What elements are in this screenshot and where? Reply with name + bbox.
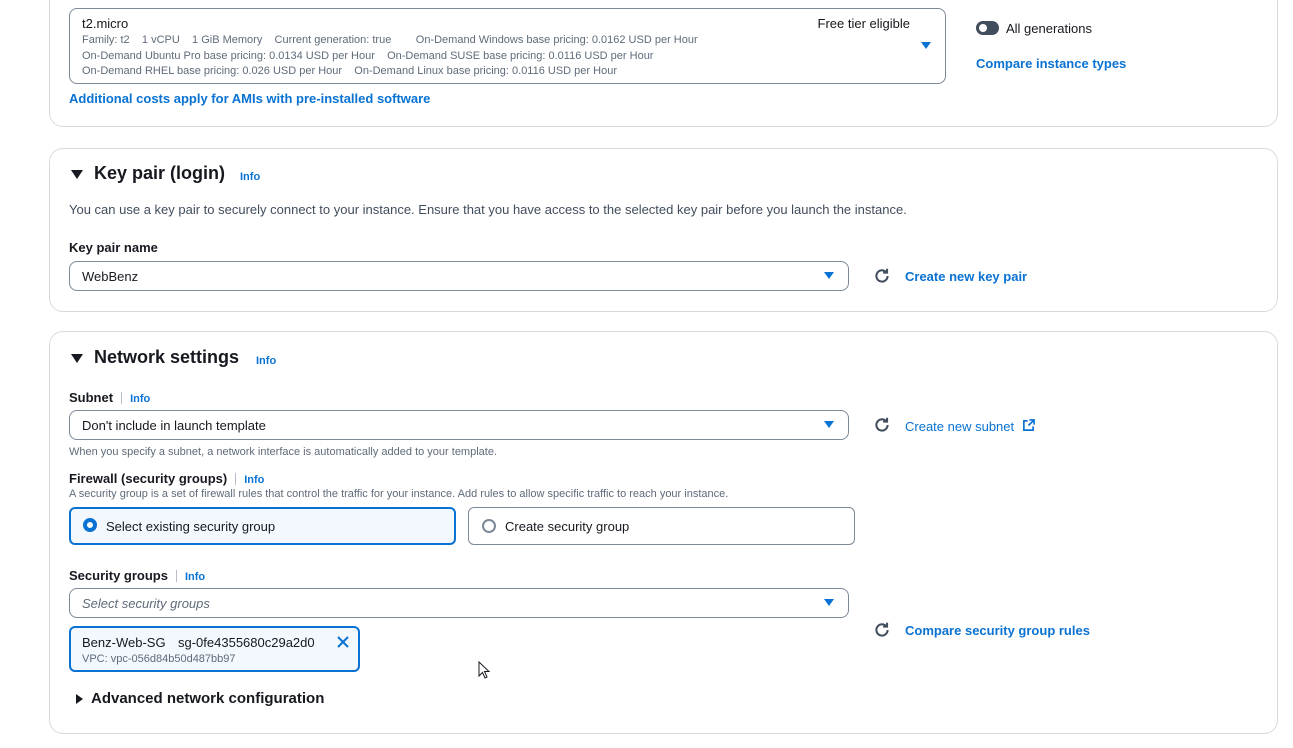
instance-type-details-line1: Family: t2 1 vCPU 1 GiB Memory Current g…	[82, 34, 698, 46]
caret-down-icon	[824, 599, 834, 606]
instance-type-name: t2.micro	[82, 16, 129, 31]
key-pair-selected-value: WebBenz	[82, 269, 139, 284]
security-group-token: Benz-Web-SG sg-0fe4355680c29a2d0 VPC: vp…	[69, 626, 360, 672]
network-info-link[interactable]: Info	[256, 355, 276, 367]
compare-instance-types-link[interactable]: Compare instance types	[976, 56, 1126, 71]
token-sg-vpc: VPC: vpc-056d84b50d487bb97	[82, 653, 236, 665]
token-sg-name: Benz-Web-SG	[82, 635, 166, 650]
instance-type-select[interactable]: t2.micro Free tier eligible Family: t2 1…	[69, 8, 946, 84]
external-link-icon	[1022, 419, 1035, 431]
subnet-select[interactable]: Don't include in launch template	[69, 410, 849, 440]
firewall-info-link[interactable]: Info	[244, 474, 264, 486]
create-sg-option[interactable]: Create security group	[468, 507, 855, 545]
create-sg-label: Create security group	[505, 519, 630, 534]
key-pair-name-label: Key pair name	[69, 240, 158, 255]
subnet-info-link[interactable]: Info	[130, 393, 150, 405]
subnet-hint: When you specify a subnet, a network int…	[69, 446, 498, 458]
refresh-icon[interactable]	[873, 267, 891, 285]
caret-down-icon	[824, 272, 834, 279]
network-settings-title: Network settings	[94, 347, 240, 367]
caret-right-icon[interactable]	[76, 694, 83, 704]
close-icon[interactable]	[336, 635, 350, 649]
firewall-description: A security group is a set of firewall ru…	[69, 488, 729, 500]
key-pair-info-link[interactable]: Info	[240, 171, 260, 183]
caret-down-icon[interactable]	[71, 354, 83, 363]
subnet-label: Subnet	[69, 390, 114, 405]
instance-type-details-line2: On-Demand Ubuntu Pro base pricing: 0.013…	[82, 50, 654, 62]
instance-type-details-line3: On-Demand RHEL base pricing: 0.026 USD p…	[82, 65, 617, 77]
security-groups-label-row: Security groups Info	[69, 567, 205, 585]
key-pair-description: You can use a key pair to securely conne…	[69, 202, 907, 217]
select-existing-sg-option[interactable]: Select existing security group	[69, 507, 456, 545]
key-pair-title: Key pair (login)	[94, 163, 226, 183]
refresh-icon[interactable]	[873, 621, 891, 639]
refresh-icon[interactable]	[873, 416, 891, 434]
toggle-knob	[979, 24, 987, 32]
firewall-label: Firewall (security groups)	[69, 471, 228, 486]
subnet-selected-value: Don't include in launch template	[82, 418, 266, 433]
compare-security-group-rules-link[interactable]: Compare security group rules	[905, 623, 1090, 638]
free-tier-badge: Free tier eligible	[817, 16, 911, 31]
all-generations-label: All generations	[1006, 21, 1092, 36]
advanced-network-configuration-toggle[interactable]: Advanced network configuration	[91, 690, 324, 707]
security-groups-label: Security groups	[69, 568, 168, 583]
security-groups-select[interactable]: Select security groups	[69, 588, 849, 618]
create-subnet-link-wrap[interactable]: Create new subnet	[905, 418, 1035, 436]
create-key-pair-link[interactable]: Create new key pair	[905, 269, 1027, 284]
firewall-label-row: Firewall (security groups) Info	[69, 470, 264, 488]
key-pair-select[interactable]: WebBenz	[69, 261, 849, 291]
select-existing-sg-label: Select existing security group	[106, 519, 276, 534]
security-groups-placeholder: Select security groups	[82, 596, 210, 611]
create-subnet-link[interactable]: Create new subnet	[905, 419, 1014, 434]
token-sg-id: sg-0fe4355680c29a2d0	[178, 635, 315, 650]
subnet-label-row: Subnet Info	[69, 389, 150, 407]
caret-down-icon	[824, 421, 834, 428]
caret-down-icon	[921, 42, 931, 49]
radio-unselected-icon[interactable]	[482, 519, 496, 533]
additional-costs-link[interactable]: Additional costs apply for AMIs with pre…	[69, 91, 430, 106]
all-generations-toggle[interactable]	[976, 21, 999, 35]
caret-down-icon[interactable]	[71, 170, 83, 179]
mouse-cursor-icon	[478, 661, 491, 679]
radio-selected-icon[interactable]	[83, 518, 97, 532]
security-groups-info-link[interactable]: Info	[185, 571, 205, 583]
